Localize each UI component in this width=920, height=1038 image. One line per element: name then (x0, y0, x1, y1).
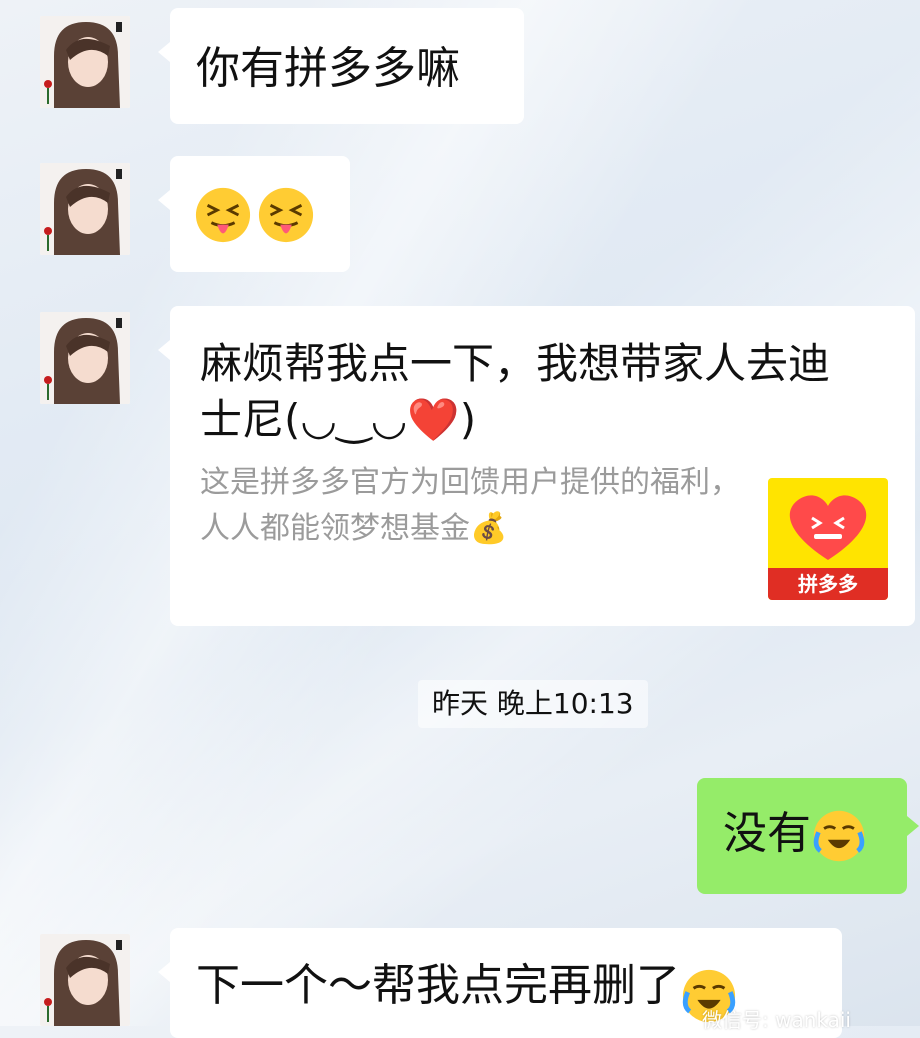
bubble-tail (158, 340, 170, 360)
crying-emoji-icon (813, 810, 865, 862)
squinting-tongue-icon (259, 187, 314, 243)
contact-avatar[interactable] (40, 934, 130, 1026)
message-bubble[interactable]: 你有拼多多嘛 (158, 8, 524, 124)
message-text: 没有 (723, 808, 811, 859)
message-text: 下一个～帮我点完再删了 (196, 960, 680, 1011)
bubble-tail (158, 190, 170, 210)
avatar-photo (40, 934, 130, 1026)
contact-avatar[interactable] (40, 163, 130, 255)
bubble-tail (158, 42, 170, 62)
logo-label: 拼多多 (768, 568, 888, 600)
wechat-watermark: 微信号: wankaii (702, 1008, 851, 1032)
message-bubble[interactable] (158, 156, 350, 272)
avatar-photo (40, 163, 130, 255)
my-message-bubble[interactable]: 没有 (697, 778, 919, 894)
bubble-tail (907, 816, 919, 836)
card-description: 这是拼多多官方为回馈用户提供的福利，人人都能领梦想基金💰 (200, 465, 740, 546)
avatar-photo (40, 312, 130, 404)
contact-avatar[interactable] (40, 312, 130, 404)
bubble-tail (158, 962, 170, 982)
timestamp: 昨天 晚上10:13 (418, 680, 648, 728)
pinduoduo-logo: 拼多多 (768, 478, 888, 600)
squinting-tongue-icon (195, 187, 251, 243)
avatar-photo (40, 16, 130, 108)
message-text: 你有拼多多嘛 (196, 43, 460, 94)
contact-avatar[interactable] (40, 16, 130, 108)
card-title: 麻烦帮我点一下，我想带家人去迪士尼(◡‿◡❤️) (200, 339, 831, 444)
heart-mascot-icon (789, 495, 867, 560)
